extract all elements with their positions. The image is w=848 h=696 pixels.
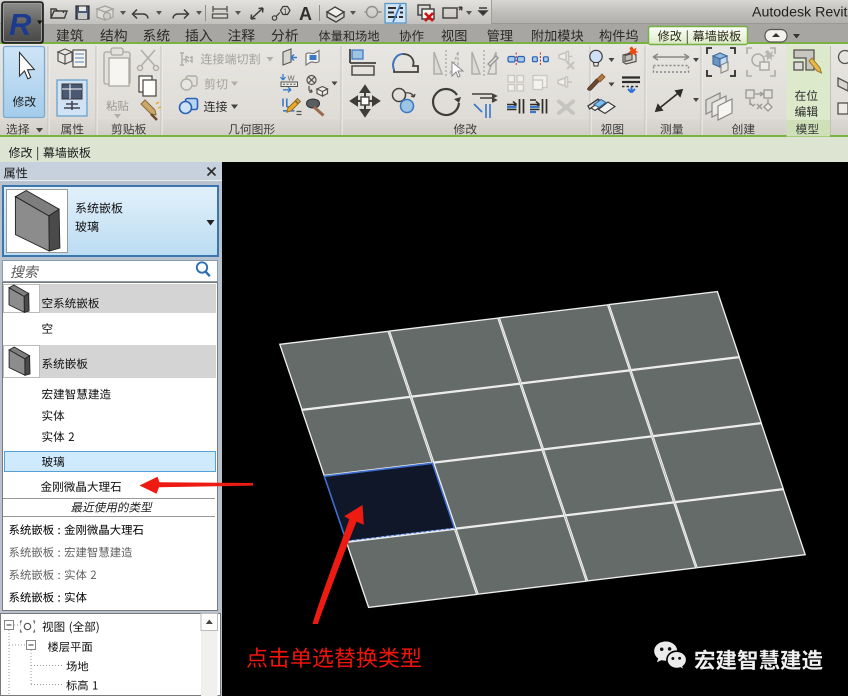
svg-text:Autodesk Revit 20: Autodesk Revit 20	[752, 5, 848, 21]
svg-text:R: R	[9, 7, 32, 42]
svg-text:W: W	[288, 74, 296, 83]
svg-text:1: 1	[283, 8, 288, 17]
svg-text:A: A	[299, 4, 312, 24]
